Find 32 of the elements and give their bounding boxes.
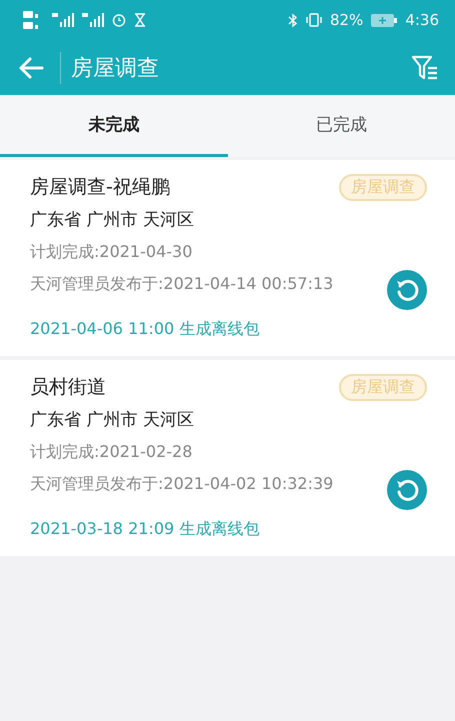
battery-icon (371, 14, 398, 26)
signal-icon (82, 13, 104, 27)
planned-date: 计划完成:2021-02-28 (30, 441, 194, 463)
offline-package-info: 2021-04-06 11:00 生成离线包 (30, 318, 260, 340)
back-arrow-icon (18, 56, 44, 78)
task-card[interactable]: 员村街道 房屋调查 广东省 广州市 天河区 计划完成:2021-02-28 天河管理员发布于:2021-04-02 10:32:39 2021-03-18 21:09 生成离线包 (0, 360, 455, 556)
task-type-tag: 房屋调查 (339, 174, 427, 200)
page-title: 房屋调查 (71, 54, 160, 82)
offline-package-info: 2021-03-18 21:09 生成离线包 (30, 518, 260, 540)
task-type-tag: 房屋调查 (339, 374, 427, 400)
vibrate-icon (306, 13, 322, 27)
refresh-button[interactable] (387, 470, 427, 510)
hourglass-icon (134, 13, 146, 27)
filter-icon (411, 54, 439, 80)
task-region: 广东省 广州市 天河区 (30, 409, 195, 432)
signal-icon (52, 13, 74, 27)
refresh-button[interactable] (387, 270, 427, 310)
published-info: 天河管理员发布于:2021-04-14 00:57:13 (30, 273, 334, 295)
task-card[interactable]: 房屋调查-祝绳鹏 房屋调查 广东省 广州市 天河区 计划完成:2021-04-30 天河管理员发布于:2021-04-14 00:57:13 2021-04-06 11:00 生成离线包 (0, 160, 455, 356)
alarm-clock-icon (112, 13, 126, 27)
tab[interactable]: 已完成 (228, 95, 455, 157)
task-title: 房屋调查-祝绳鹏 (30, 175, 171, 200)
task-region: 广东省 广州市 天河区 (30, 209, 195, 232)
planned-date: 计划完成:2021-04-30 (30, 241, 194, 263)
tab[interactable]: 未完成 (0, 95, 228, 157)
battery-percent: 82% (330, 11, 364, 29)
status-time: 4:36 (405, 11, 439, 29)
task-title: 员村街道 (30, 375, 107, 400)
refresh-icon (394, 477, 420, 503)
published-info: 天河管理员发布于:2021-04-02 10:32:39 (30, 473, 334, 495)
refresh-icon (394, 277, 420, 303)
bluetooth-icon (288, 12, 298, 28)
